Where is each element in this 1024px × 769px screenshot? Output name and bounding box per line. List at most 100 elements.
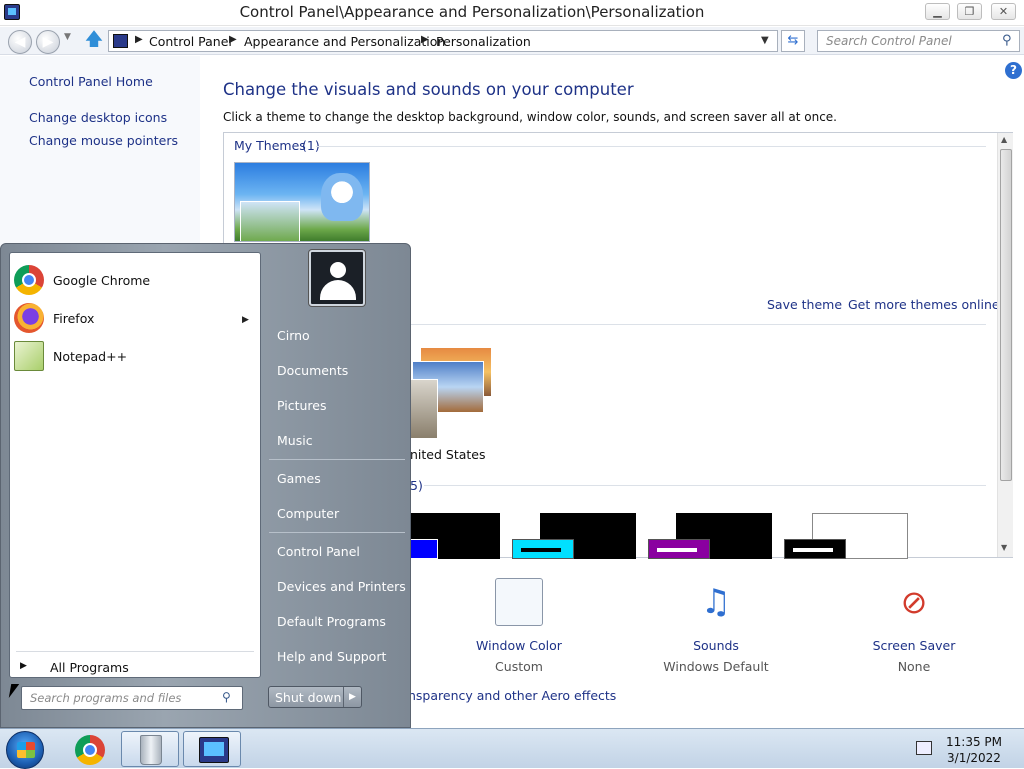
chevron-right-icon[interactable]: ▶ (421, 34, 429, 45)
search-icon[interactable]: ⚲ (222, 690, 231, 704)
windows-logo-icon (17, 742, 35, 758)
page-title: Change the visuals and sounds on your co… (223, 80, 634, 99)
breadcrumb-control-panel[interactable]: Control Panel (149, 34, 232, 49)
search-input[interactable]: Search Control Panel ⚲ (817, 30, 1020, 52)
program-google-chrome[interactable]: Google Chrome (14, 263, 258, 297)
clock-time[interactable]: 11:35 PM (930, 735, 1018, 749)
user-avatar[interactable] (309, 250, 365, 306)
start-item-games[interactable]: Games (277, 471, 321, 486)
navigation-bar: ◀ ▶ ▼ 🡅 ▶ Control Panel ▶ Appearance and… (0, 27, 1024, 55)
restore-button[interactable]: ❐ (957, 3, 982, 20)
program-label: Google Chrome (53, 272, 151, 288)
start-item-pictures[interactable]: Pictures (277, 398, 327, 413)
screen-saver-icon: ⊘ (900, 583, 928, 621)
scroll-up-icon[interactable]: ▲ (1001, 135, 1007, 144)
chevron-right-icon[interactable]: ▶ (20, 661, 27, 671)
jump-list-arrow-icon[interactable]: ▶ (242, 315, 249, 325)
refresh-button[interactable]: ⇆ (781, 30, 805, 52)
shutdown-label: Shut down (275, 690, 342, 705)
address-bar[interactable]: ▶ Control Panel ▶ Appearance and Persona… (108, 30, 778, 52)
chrome-icon (14, 265, 44, 295)
taskbar-chrome-button[interactable] (60, 731, 118, 767)
start-item-control-panel[interactable]: Control Panel (277, 544, 360, 559)
control-panel-icon (113, 34, 128, 48)
window-color-link[interactable]: Window Color (459, 638, 579, 653)
start-item-user[interactable]: Cirno (277, 328, 310, 343)
title-bar: Control Panel\Appearance and Personaliza… (0, 0, 1024, 26)
vertical-scrollbar[interactable]: ▲ ▼ (997, 133, 1013, 557)
firefox-icon (14, 303, 44, 333)
minimize-button[interactable]: ▁ (925, 3, 950, 20)
shutdown-button[interactable]: Shut down ▶ (268, 686, 362, 708)
taskbar: 11:35 PM 3/1/2022 (0, 728, 1024, 769)
clock-date[interactable]: 3/1/2022 (930, 751, 1018, 765)
screen-saver-value: None (897, 659, 931, 674)
my-themes-header: My Themes (234, 138, 306, 153)
close-button[interactable]: ✕ (991, 3, 1016, 20)
taskbar-control-panel-button[interactable] (183, 731, 241, 767)
screen-saver-item[interactable]: ⊘ Screen Saver None (854, 578, 974, 674)
start-menu: Google Chrome Firefox ▶ Notepad++ ▶ All … (0, 243, 411, 728)
window-color-value: Custom (495, 659, 543, 674)
start-item-music[interactable]: Music (277, 433, 313, 448)
forward-button[interactable]: ▶ (36, 30, 60, 54)
up-arrow-icon[interactable]: 🡅 (84, 29, 104, 51)
recent-pages-dropdown-icon[interactable]: ▼ (64, 32, 71, 42)
shutdown-options-arrow-icon[interactable]: ▶ (343, 687, 361, 707)
get-more-themes-link[interactable]: Get more themes online (848, 297, 1000, 312)
program-label: Notepad++ (53, 348, 128, 364)
all-programs-button[interactable]: All Programs (50, 660, 129, 675)
sounds-item[interactable]: ♫ Sounds Windows Default (656, 578, 776, 674)
sounds-link[interactable]: Sounds (656, 638, 776, 653)
back-button[interactable]: ◀ (8, 30, 32, 54)
my-theme-thumbnail[interactable] (234, 162, 370, 242)
scrollbar-thumb[interactable] (1000, 149, 1012, 481)
change-desktop-icons-link[interactable]: Change desktop icons (29, 110, 167, 125)
chevron-right-icon[interactable]: ▶ (135, 34, 143, 45)
breadcrumb-personalization[interactable]: Personalization (436, 34, 531, 49)
basic-theme-swatch (648, 539, 710, 559)
chrome-icon (75, 735, 105, 765)
user-silhouette-icon (330, 262, 346, 278)
start-item-documents[interactable]: Documents (277, 363, 348, 378)
search-icon[interactable]: ⚲ (1002, 33, 1012, 48)
control-panel-home-link[interactable]: Control Panel Home (29, 74, 153, 89)
character-wallpaper-image (321, 173, 363, 221)
control-panel-icon (199, 737, 229, 763)
window-color-item[interactable]: Window Color Custom (459, 578, 579, 674)
taskbar-recycle-bin-button[interactable] (121, 731, 179, 767)
program-firefox[interactable]: Firefox (14, 301, 258, 335)
start-button[interactable] (6, 731, 44, 769)
divider (16, 651, 254, 652)
screen-saver-link[interactable]: Screen Saver (854, 638, 974, 653)
recycle-bin-icon (140, 735, 162, 765)
united-states-theme-label[interactable]: nited States (410, 447, 486, 462)
breadcrumb-appearance[interactable]: Appearance and Personalization (244, 34, 445, 49)
divider (269, 532, 405, 533)
scroll-down-icon[interactable]: ▼ (1001, 543, 1007, 552)
basic-theme-swatch (784, 539, 846, 559)
sounds-icon: ♫ (700, 582, 732, 622)
start-menu-programs-pane: Google Chrome Firefox ▶ Notepad++ ▶ All … (9, 252, 261, 678)
chevron-right-icon[interactable]: ▶ (229, 34, 237, 45)
help-icon[interactable]: ? (1005, 62, 1022, 79)
save-theme-link[interactable]: Save theme (767, 297, 842, 312)
user-silhouette-icon (320, 280, 356, 300)
divider (410, 324, 986, 325)
address-dropdown-icon[interactable]: ▼ (761, 35, 769, 46)
start-item-devices-printers[interactable]: Devices and Printers (277, 579, 406, 594)
window-color-icon (495, 578, 543, 626)
start-search-placeholder: Search programs and files (30, 691, 182, 705)
start-item-computer[interactable]: Computer (277, 506, 339, 521)
start-item-default-programs[interactable]: Default Programs (277, 614, 386, 629)
divider (316, 146, 986, 147)
start-search-input[interactable]: Search programs and files ⚲ (21, 686, 243, 710)
program-notepadpp[interactable]: Notepad++ (14, 339, 258, 373)
notepadpp-icon (14, 341, 44, 371)
window-title: Control Panel\Appearance and Personaliza… (239, 3, 705, 21)
divider (424, 485, 986, 486)
divider (269, 459, 405, 460)
aero-effects-link[interactable]: nsparency and other Aero effects (408, 688, 616, 703)
start-item-help-support[interactable]: Help and Support (277, 649, 386, 664)
change-mouse-pointers-link[interactable]: Change mouse pointers (29, 133, 178, 148)
